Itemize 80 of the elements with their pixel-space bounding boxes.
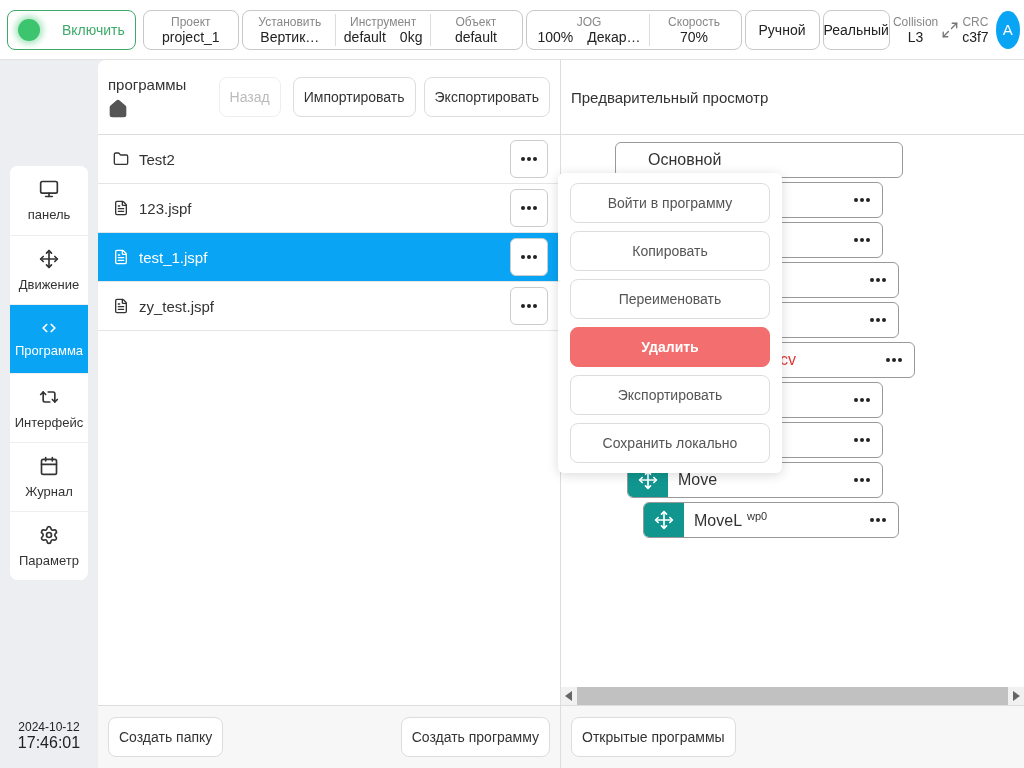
menu-item[interactable]: Копировать [570, 231, 770, 271]
settings-icon [39, 524, 59, 545]
field-value: 70% [680, 28, 709, 45]
field-label: Скорость [668, 14, 720, 29]
mode-button[interactable]: Реальный [822, 9, 890, 50]
field-value: Декар… [587, 28, 641, 45]
more-icon [521, 304, 537, 308]
more-icon[interactable] [870, 318, 886, 322]
field-label: Инструмент [350, 14, 417, 29]
status-field[interactable]: Инструмент default 0kg [334, 13, 431, 46]
node-label: Основной [648, 151, 722, 169]
status-field[interactable]: Скорость 70% [648, 13, 739, 46]
nav-item[interactable]: Параметр [10, 511, 88, 580]
more-icon[interactable] [854, 198, 870, 202]
time-text: 17:46:01 [17, 734, 81, 752]
field-label: JOG [576, 14, 602, 29]
menu-item[interactable]: Переименовать [570, 279, 770, 319]
more-button[interactable] [510, 140, 548, 178]
panel-title: Предварительный просмотр [571, 88, 769, 106]
node-label: Move [678, 471, 718, 489]
folder-icon [113, 151, 129, 167]
field-value: default [454, 28, 497, 45]
move-node-icon [644, 503, 684, 537]
status-field[interactable]: Установить Вертик… [244, 13, 335, 46]
more-icon[interactable] [854, 478, 870, 482]
footer-button[interactable]: Создать папку [108, 717, 224, 757]
toolbar-button[interactable]: Экспортировать [423, 77, 550, 117]
scroll-left-icon[interactable] [565, 691, 573, 701]
file-icon [113, 298, 129, 314]
move-arrows-icon [39, 248, 59, 269]
field-label: Установить [258, 14, 322, 29]
footer-button[interactable]: Открытые программы [571, 717, 736, 757]
menu-item[interactable]: Сохранить локально [570, 423, 770, 463]
more-icon[interactable] [854, 398, 870, 402]
field-value: 0kg [399, 28, 423, 45]
collision-label: Collision [892, 14, 939, 30]
file-name: 123.jspf [139, 199, 193, 217]
calendar-icon [39, 455, 59, 476]
field-value: default [343, 28, 386, 45]
more-icon [521, 255, 537, 259]
node-label: MoveL $^{wp0}$ [694, 509, 768, 531]
toolbar-button[interactable]: Импортировать [292, 77, 416, 117]
home-icon[interactable] [108, 98, 128, 119]
menu-item[interactable]: Войти в программу [570, 183, 770, 223]
more-button[interactable] [510, 287, 548, 325]
field-value: Вертик… [260, 28, 320, 45]
tree-node[interactable]: MoveL $^{wp0}$ [643, 502, 899, 538]
date-text: 2024-10-12 [18, 720, 80, 734]
more-icon [521, 157, 537, 161]
more-icon[interactable] [854, 238, 870, 242]
more-icon[interactable] [886, 358, 902, 362]
crc-label: CRC [962, 14, 989, 30]
file-icon [113, 200, 129, 216]
footer-button[interactable]: Создать программу [400, 717, 550, 757]
file-name: zy_test.jspf [139, 297, 216, 315]
field-value: 100% [537, 28, 574, 45]
more-button[interactable] [510, 189, 548, 227]
menu-item[interactable]: Экспортировать [570, 375, 770, 415]
crc-value: c3f7 [962, 29, 989, 45]
more-icon[interactable] [854, 438, 870, 442]
status-field[interactable]: Проект project_1 [145, 13, 236, 46]
collision-value: L3 [907, 29, 924, 45]
scroll-right-icon[interactable] [1012, 691, 1020, 701]
more-button[interactable] [510, 238, 548, 276]
field-value: project_1 [162, 28, 220, 45]
more-icon[interactable] [870, 278, 886, 282]
panel-title: программы [108, 75, 187, 93]
file-name: test_1.jspf [139, 248, 209, 266]
horizontal-scrollbar[interactable] [561, 687, 1024, 705]
monitor-icon [39, 179, 59, 199]
more-icon[interactable] [870, 518, 886, 522]
field-label: Проект [171, 14, 211, 29]
status-field[interactable]: Объект default [430, 13, 521, 46]
file-name: Test2 [139, 150, 176, 168]
status-field[interactable]: JOG 100% Декар… [529, 13, 649, 46]
more-icon [521, 206, 537, 210]
tree-node[interactable]: Основной [615, 142, 903, 178]
mode-button[interactable]: Ручной [744, 9, 820, 50]
field-label: Объект [455, 14, 497, 29]
file-icon [113, 249, 129, 265]
